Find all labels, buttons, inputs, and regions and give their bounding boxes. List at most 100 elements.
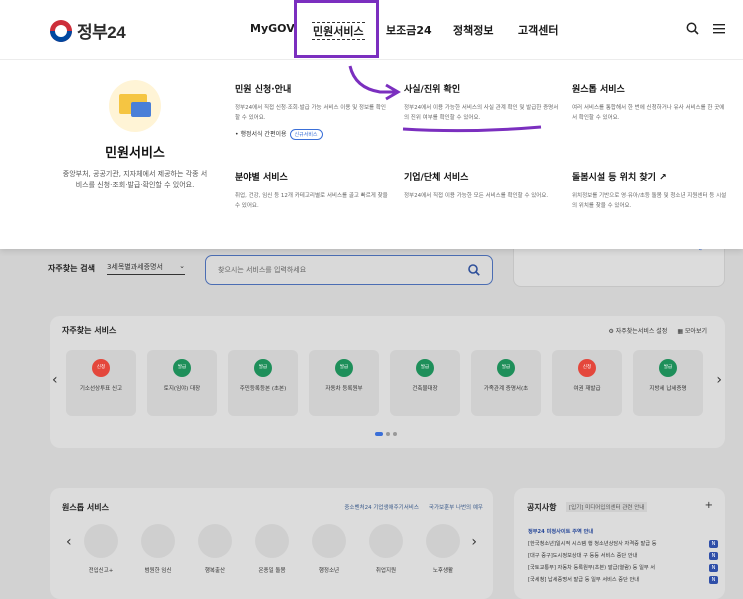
service-badge: 발급 bbox=[497, 359, 515, 377]
menu-icon[interactable] bbox=[713, 23, 725, 34]
favorite-tools: ⚙ 자주찾는서비스 설정 ▦ 모아보기 bbox=[608, 326, 707, 335]
search-icon[interactable] bbox=[468, 264, 480, 276]
service-tile[interactable]: 발급주민등록등본 (초본) bbox=[228, 350, 298, 416]
onestop-label: 행정소년 bbox=[318, 568, 340, 574]
carousel-dot[interactable] bbox=[386, 432, 390, 436]
service-tile[interactable]: 발급 가족관계 증명서(초 bbox=[471, 350, 541, 416]
carousel-dots bbox=[375, 432, 397, 436]
new-badge: N bbox=[709, 564, 718, 572]
menu-onestop[interactable]: 원스톱 서비스 여러 서비스를 통합해서 한 번에 신청하거나 유사 서비스를 … bbox=[572, 82, 727, 123]
service-badge: 발급 bbox=[416, 359, 434, 377]
menu-desc: 정부24에서 직접 신청·조회·발급 가능 서비스 이용 및 정보를 확인할 수… bbox=[235, 105, 386, 121]
chevron-down-icon: ⌄ bbox=[179, 262, 185, 270]
service-name: 건축물대장 bbox=[412, 386, 438, 392]
service-badge: 신청 bbox=[578, 359, 596, 377]
external-link-icon: ↗ bbox=[659, 173, 667, 183]
onestop-label: 전입신고+ bbox=[88, 568, 114, 574]
favorite-services: 자주찾는 서비스 ⚙ 자주찾는서비스 설정 ▦ 모아보기 ‹ › 신청 기소선상투… bbox=[50, 316, 725, 448]
search-placeholder: 찾으시는 서비스를 입력하세요 bbox=[218, 266, 307, 274]
onestop-label: 행복출산 bbox=[204, 568, 226, 574]
onestop-item[interactable]: 행정소년 bbox=[302, 524, 356, 574]
menu-title[interactable]: 기업/단체 서비스 bbox=[404, 170, 559, 183]
menu-title[interactable]: 분야별 서비스 bbox=[235, 170, 390, 183]
onestop-links: 중소벤처24 기업생애주기서비스 국가보훈부 나번의 예우 bbox=[344, 503, 483, 511]
notice-row[interactable]: [대구 중구]도시정보상대 구 등등 서비스 중단 안내 N bbox=[528, 550, 718, 562]
onestop-item[interactable]: 온종일 돌봄 bbox=[245, 524, 299, 574]
search-label: 자주찾는 검색 bbox=[48, 264, 95, 273]
notice-row[interactable]: [국세청] 납세증명서 발급 등 일부 서비스 중단 안내 N bbox=[528, 574, 718, 586]
notice-row[interactable]: 정부24 미정사이트 주역 안내 bbox=[528, 526, 718, 538]
service-name: 기소선상투표 신고 bbox=[79, 386, 123, 392]
chevron-left-icon[interactable]: ‹ bbox=[52, 372, 58, 388]
onestop-icon bbox=[198, 524, 232, 558]
header-icons bbox=[686, 22, 725, 35]
menu-corporate-service[interactable]: 기업/단체 서비스 정부24에서 직접 이용 가능한 모든 서비스를 확인할 수… bbox=[404, 170, 559, 201]
service-tile[interactable]: 신청 기소선상투표 신고 bbox=[66, 350, 136, 416]
chevron-left-icon[interactable]: ‹ bbox=[66, 534, 72, 550]
menu-fact-verification[interactable]: 사실/진위 확인 정부24에서 이용 가능한 서비스의 사실 관계 확인 및 발… bbox=[404, 82, 559, 123]
menu-civil-application[interactable]: 민원 신청·안내 정부24에서 직접 신청·조회·발급 가능 서비스 이용 및 … bbox=[235, 82, 390, 140]
service-badge: 발급 bbox=[335, 359, 353, 377]
onestop-label: 범원한 임신 bbox=[144, 568, 172, 574]
onestop-label: 취업지원 bbox=[375, 568, 397, 574]
notice-row[interactable]: [국토교통부] 자동차 등록원부(초본) 발급(열람) 등 일부 서N bbox=[528, 562, 718, 574]
carousel-dot[interactable] bbox=[393, 432, 397, 436]
external-link[interactable]: 국가보훈부 나번의 예우 bbox=[429, 503, 483, 511]
admin-forms-link[interactable]: • 행정서식 간편이용 신규서비스 bbox=[235, 129, 390, 140]
search-input[interactable]: 찾으시는 서비스를 입력하세요 bbox=[205, 255, 493, 285]
service-badge: 발급 bbox=[173, 359, 191, 377]
search-select[interactable]: 3세목별과세증명서 ⌄ bbox=[106, 262, 185, 275]
view-all-link[interactable]: ▦ 모아보기 bbox=[677, 326, 707, 335]
header: 정부24 MyGOV 민원서비스 보조금24 정책정보 고객센터 bbox=[0, 0, 743, 60]
onestop-item[interactable]: 취업지원 bbox=[359, 524, 413, 574]
carousel-dot[interactable] bbox=[375, 432, 383, 436]
notice-sub[interactable]: [입기] 미디어입의센터 관련 안내 bbox=[566, 502, 648, 512]
menu-title[interactable]: 사실/진위 확인 bbox=[404, 82, 559, 95]
section-title: 자주찾는 서비스 bbox=[62, 326, 117, 335]
service-tile[interactable]: 발급토지(임야) 대장 bbox=[147, 350, 217, 416]
onestop-item[interactable]: 행복출산 bbox=[188, 524, 242, 574]
frequent-search: 자주찾는 검색 3세목별과세증명서 ⌄ bbox=[48, 262, 185, 275]
service-tile[interactable]: 발급건축물대장 bbox=[390, 350, 460, 416]
service-name: 주민등록등본 (초본) bbox=[239, 386, 287, 392]
notice-row[interactable]: [한국청소년]일시적 시스템 행 청소년상담사 자격증 발급 등N bbox=[528, 538, 718, 550]
search-icon[interactable] bbox=[686, 22, 699, 35]
menu-category-service[interactable]: 분야별 서비스 취업, 건강, 임신 등 12개 카테고리별로 서비스를 골고 … bbox=[235, 170, 390, 211]
section-title: 공지사항 bbox=[527, 503, 557, 512]
section-title: 원스톱 서비스 bbox=[62, 503, 109, 512]
onestop-item[interactable]: 노후생활 bbox=[416, 524, 470, 574]
mega-desc: 중앙부처, 공공기관, 지자체에서 제공하는 각종 서비스를 신청·조회·발급·… bbox=[62, 170, 208, 189]
onestop-icon bbox=[255, 524, 289, 558]
menu-care-facility[interactable]: 돌봄시설 등 위치 찾기 ↗ 위치정보를 기반으로 영·유아/초등 돌봄 및 청… bbox=[572, 170, 727, 211]
mega-menu: 민원서비스 중앙부처, 공공기관, 지자체에서 제공하는 각종 서비스를 신청·… bbox=[0, 60, 743, 249]
menu-title[interactable]: 민원 신청·안내 bbox=[235, 82, 390, 95]
chevron-right-icon[interactable]: › bbox=[716, 372, 722, 388]
onestop-item[interactable]: 범원한 임신 bbox=[131, 524, 185, 574]
menu-title[interactable]: 돌봄시설 등 위치 찾기 ↗ bbox=[572, 170, 727, 183]
menu-title[interactable]: 원스톱 서비스 bbox=[572, 82, 727, 95]
service-name: 토지(임야) 대장 bbox=[163, 386, 201, 392]
external-link[interactable]: 중소벤처24 기업생애주기서비스 bbox=[344, 503, 419, 511]
onestop-label: 노후생활 bbox=[432, 568, 454, 574]
onestop-icon bbox=[312, 524, 346, 558]
nav-policy-info[interactable]: 정책정보 bbox=[453, 22, 493, 38]
nav-subsidy24[interactable]: 보조금24 bbox=[386, 22, 432, 38]
service-tile[interactable]: 신청 여권 재발급 bbox=[552, 350, 622, 416]
onestop-item[interactable]: 전입신고+ bbox=[74, 524, 128, 574]
onestop-section: 원스톱 서비스 중소벤처24 기업생애주기서비스 국가보훈부 나번의 예우 ‹ … bbox=[50, 488, 493, 599]
service-badge: 발급 bbox=[254, 359, 272, 377]
settings-link[interactable]: ⚙ 자주찾는서비스 설정 bbox=[608, 326, 667, 335]
service-tile[interactable]: 발급 자동차 등록원부 bbox=[309, 350, 379, 416]
new-service-badge: 신규서비스 bbox=[289, 129, 323, 140]
chevron-right-icon[interactable]: › bbox=[471, 534, 477, 550]
new-badge: N bbox=[709, 552, 718, 560]
notice-list: 정부24 미정사이트 주역 안내 [한국청소년]일시적 시스템 행 청소년상담사 … bbox=[528, 526, 718, 586]
notice-section: 공지사항 [입기] 미디어입의센터 관련 안내 + 정부24 미정사이트 주역 … bbox=[514, 488, 725, 599]
service-name: 지방세 납세증명 bbox=[649, 386, 687, 392]
mega-intro: 민원서비스 중앙부처, 공공기관, 지자체에서 제공하는 각종 서비스를 신청·… bbox=[60, 80, 210, 191]
new-badge: N bbox=[709, 576, 718, 584]
plus-icon[interactable]: + bbox=[705, 500, 713, 511]
nav-customer-center[interactable]: 고객센터 bbox=[518, 22, 558, 38]
service-tile[interactable]: 발급 지방세 납세증명 bbox=[633, 350, 703, 416]
nav-mygov[interactable]: MyGOV bbox=[250, 22, 295, 35]
